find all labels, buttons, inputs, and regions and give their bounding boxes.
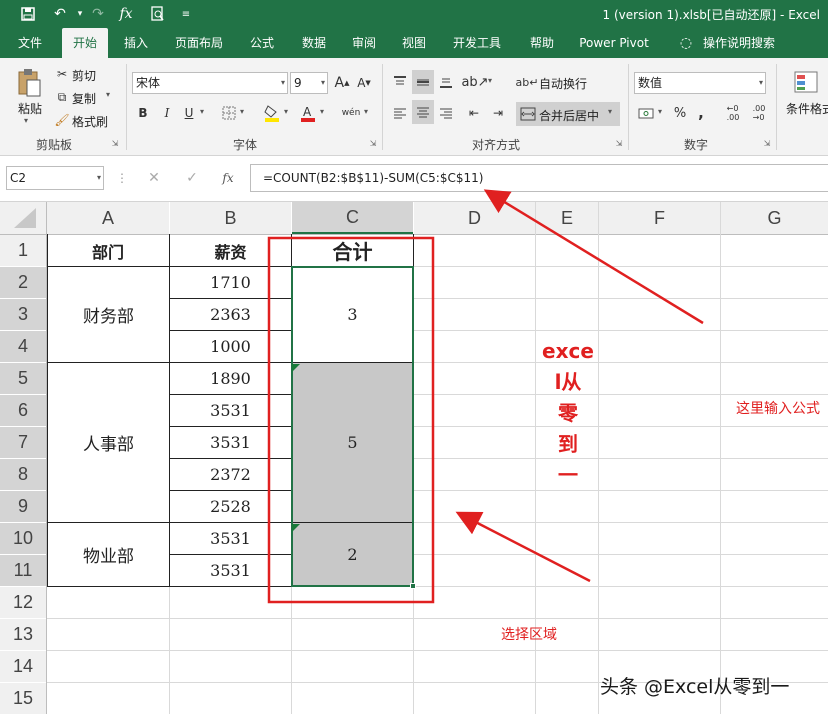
- highlight-rectangle: [267, 236, 435, 604]
- arrow-to-selection: [455, 511, 591, 583]
- vertical-text-line: 到: [558, 432, 578, 456]
- vertical-red-text: exce l从 零 到 一: [540, 336, 596, 491]
- vertical-text-line: 零: [558, 401, 578, 425]
- vertical-text-line: 一: [558, 463, 578, 487]
- arrow-to-formula: [483, 189, 704, 325]
- vertical-text-line: l从: [554, 370, 582, 394]
- watermark: 头条 @Excel从零到一: [600, 676, 790, 698]
- formula-hint-label: 这里输入公式: [736, 401, 820, 417]
- vertical-text-line: exce: [542, 339, 594, 363]
- select-hint-label: 选择区域: [501, 627, 557, 643]
- annotation-arrows: [267, 189, 704, 604]
